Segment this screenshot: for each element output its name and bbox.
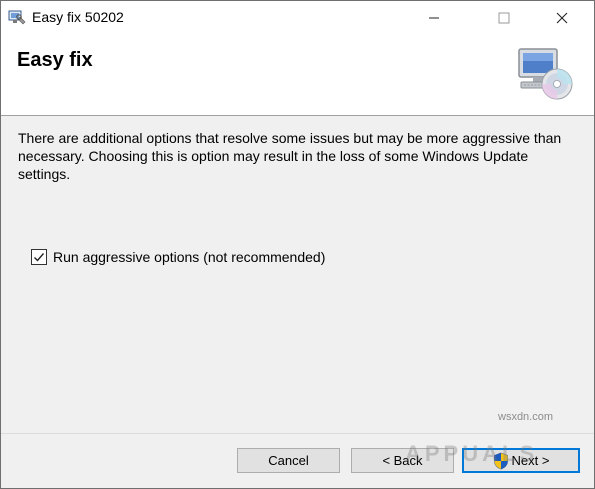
cancel-button-label: Cancel: [268, 453, 309, 468]
close-button[interactable]: [539, 1, 585, 35]
watermark-brand: APPUALS: [405, 441, 539, 466]
page-title: Easy fix: [17, 49, 93, 71]
checkmark-icon: [34, 253, 45, 262]
maximize-button[interactable]: [481, 1, 527, 35]
description-text: There are additional options that resolv…: [18, 130, 562, 182]
window-title: Easy fix 50202: [32, 9, 124, 25]
aggressive-options-checkbox[interactable]: [31, 249, 47, 265]
maximize-icon: [498, 12, 510, 24]
watermark-site: wsxdn.com: [498, 411, 554, 423]
app-icon: [8, 10, 26, 25]
minimize-button[interactable]: [411, 1, 457, 35]
close-icon: [556, 12, 568, 24]
minimize-icon: [429, 17, 439, 19]
wizard-header: Easy fix: [1, 35, 594, 116]
computer-disc-icon: [518, 48, 573, 100]
easy-fix-dialog: Easy fix 50202 Easy fix There are additi…: [0, 0, 595, 489]
aggressive-options-option[interactable]: Run aggressive options (not recommended): [31, 249, 325, 265]
cancel-button[interactable]: Cancel: [237, 448, 340, 473]
title-bar[interactable]: Easy fix 50202: [1, 1, 594, 35]
aggressive-options-label[interactable]: Run aggressive options (not recommended): [53, 249, 325, 265]
